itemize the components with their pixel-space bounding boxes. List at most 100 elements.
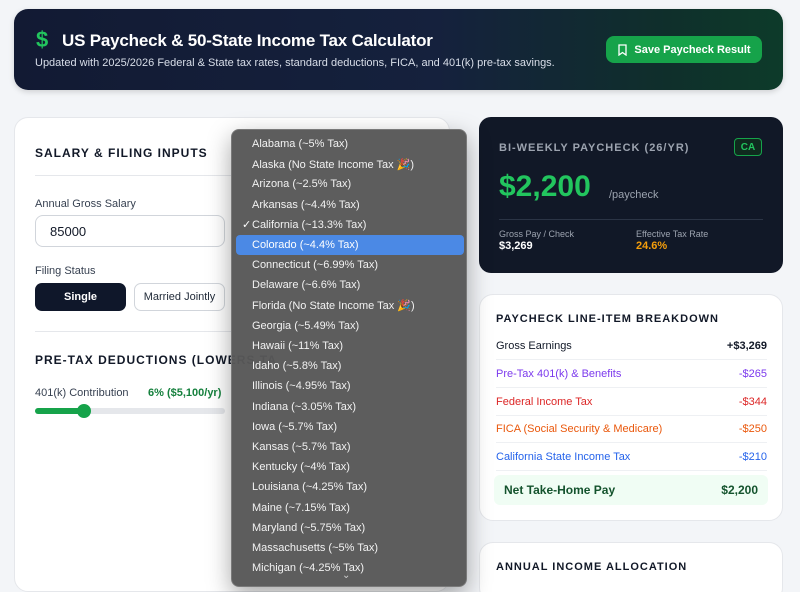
state-option-label: Illinois (~4.95% Tax) <box>252 380 351 393</box>
breakdown-row: California State Income Tax -$210 <box>496 447 767 467</box>
state-option-label: Colorado (~4.4% Tax) <box>252 239 359 251</box>
scroll-down-arrow-icon[interactable]: ⌄ <box>342 570 350 581</box>
filing-married-jointly-button[interactable]: Married Jointly <box>134 283 225 311</box>
state-option-label: Georgia (~5.49% Tax) <box>252 319 360 332</box>
state-option-label: Maine (~7.15% Tax) <box>252 501 350 514</box>
state-option[interactable]: ✓ California (~13.3% Tax) <box>236 215 464 235</box>
state-option[interactable]: Hawaii (~11% Tax) <box>236 336 464 356</box>
state-option[interactable]: Maine (~7.15% Tax) <box>236 498 464 518</box>
state-option-label: Louisiana (~4.25% Tax) <box>252 481 368 494</box>
state-option-label: Massachusetts (~5% Tax) <box>252 542 379 554</box>
net-take-home-value: $2,200 <box>721 483 758 497</box>
paycheck-per-label: /paycheck <box>609 189 659 201</box>
state-option[interactable]: Arkansas (~4.4% Tax) <box>236 195 464 215</box>
state-option-label: Kansas (~5.7% Tax) <box>252 441 351 453</box>
net-take-home-row: Net Take-Home Pay $2,200 <box>494 475 768 505</box>
breakdown-row: Federal Income Tax -$344 <box>496 392 767 412</box>
summary-divider <box>499 219 763 220</box>
state-option[interactable]: Alabama (~5% Tax) <box>236 134 464 154</box>
breakdown-card: PAYCHECK LINE-ITEM BREAKDOWN Gross Earni… <box>479 294 783 521</box>
row-divider <box>496 414 767 416</box>
gross-pay-label: Gross Pay / Check <box>499 229 575 239</box>
annual-salary-value: 85000 <box>50 223 87 239</box>
state-option[interactable]: Maryland (~5.75% Tax) <box>236 518 464 538</box>
row-divider <box>496 442 767 444</box>
state-option[interactable]: Arizona (~2.5% Tax) <box>236 174 464 194</box>
state-option-label: Delaware (~6.6% Tax) <box>252 279 361 292</box>
state-option[interactable]: Iowa (~5.7% Tax) <box>236 417 464 437</box>
state-option[interactable]: Delaware (~6.6% Tax) <box>236 275 464 295</box>
state-option[interactable]: Kentucky (~4% Tax) <box>236 457 464 477</box>
row-divider <box>496 470 767 472</box>
state-option[interactable]: Colorado (~4.4% Tax) <box>236 235 464 255</box>
state-option-label: Alaska (No State Income Tax 🎉) <box>252 158 415 171</box>
dollar-icon: $ <box>36 27 49 52</box>
breakdown-row-value: -$265 <box>738 367 767 380</box>
gross-pay-value: $3,269 <box>499 240 533 252</box>
state-option[interactable]: Indiana (~3.05% Tax) <box>236 397 464 417</box>
state-select-dropdown[interactable]: Alabama (~5% Tax) Alaska (No State Income… <box>231 129 467 587</box>
state-option-label: Iowa (~5.7% Tax) <box>252 420 338 433</box>
save-paycheck-label: Save Paycheck Result <box>634 43 751 56</box>
state-option[interactable]: Kansas (~5.7% Tax) <box>236 437 464 457</box>
breakdown-row-value: -$250 <box>738 423 767 436</box>
state-option-label: Florida (No State Income Tax 🎉) <box>252 300 415 313</box>
state-option[interactable]: Massachusetts (~5% Tax) <box>236 538 464 558</box>
page-title: US Paycheck & 50-State Income Tax Calcul… <box>62 31 433 50</box>
paycheck-summary-card: BI-WEEKLY PAYCHECK (26/YR) CA $2,200 /pa… <box>479 117 783 273</box>
breakdown-row-value: +$3,269 <box>726 340 767 352</box>
state-option[interactable]: Alaska (No State Income Tax 🎉) <box>236 154 464 174</box>
state-option-label: Arkansas (~4.4% Tax) <box>252 198 360 211</box>
checkmark-icon: ✓ <box>242 219 252 232</box>
state-option-label: Idaho (~5.8% Tax) <box>252 360 342 373</box>
breakdown-row: FICA (Social Security & Medicare) -$250 <box>496 419 767 439</box>
k401-slider-thumb[interactable] <box>77 404 92 418</box>
filing-single-button[interactable]: Single <box>35 283 126 311</box>
filing-status-label: Filing Status <box>35 265 96 277</box>
state-option[interactable]: Illinois (~4.95% Tax) <box>236 376 464 396</box>
row-divider <box>496 359 767 360</box>
k401-label: 401(k) Contribution <box>35 387 129 399</box>
state-option[interactable]: Connecticut (~6.99% Tax) <box>236 255 464 275</box>
breakdown-title: PAYCHECK LINE-ITEM BREAKDOWN <box>496 313 719 325</box>
k401-value: 6% ($5,100/yr) <box>148 387 222 399</box>
effective-rate-label: Effective Tax Rate <box>636 229 709 239</box>
state-option[interactable]: Georgia (~5.49% Tax) <box>236 316 464 336</box>
inputs-section-title: SALARY & FILING INPUTS <box>35 146 208 160</box>
k401-slider[interactable] <box>35 404 225 418</box>
page-subtitle: Updated with 2025/2026 Federal & State t… <box>35 57 555 69</box>
state-option[interactable]: Florida (No State Income Tax 🎉) <box>236 296 464 316</box>
income-allocation-card: ANNUAL INCOME ALLOCATION <box>479 542 783 592</box>
breakdown-row-label: FICA (Social Security & Medicare) <box>496 423 663 436</box>
state-option-label: Indiana (~3.05% Tax) <box>252 400 357 413</box>
paycheck-frequency-label: BI-WEEKLY PAYCHECK (26/YR) <box>499 142 690 154</box>
row-divider <box>496 386 767 388</box>
salary-label: Annual Gross Salary <box>35 198 136 210</box>
breakdown-row-value: -$344 <box>738 395 767 408</box>
breakdown-row-label: California State Income Tax <box>496 451 631 464</box>
state-option[interactable]: Louisiana (~4.25% Tax) <box>236 477 464 497</box>
breakdown-row-label: Federal Income Tax <box>496 395 593 408</box>
state-option-label: Kentucky (~4% Tax) <box>252 461 350 474</box>
state-option-label: Alabama (~5% Tax) <box>252 138 349 150</box>
breakdown-row: Gross Earnings +$3,269 <box>496 336 767 356</box>
breakdown-row: Pre-Tax 401(k) & Benefits -$265 <box>496 364 767 384</box>
state-option[interactable]: Idaho (~5.8% Tax) <box>236 356 464 376</box>
breakdown-row-value: -$210 <box>738 451 767 464</box>
bookmark-icon <box>618 43 628 56</box>
effective-rate-value: 24.6% <box>636 240 668 252</box>
state-option-label: Connecticut (~6.99% Tax) <box>252 259 379 272</box>
breakdown-row-label: Pre-Tax 401(k) & Benefits <box>496 367 622 380</box>
annual-salary-input[interactable]: 85000 <box>35 215 225 247</box>
state-option-label: Maryland (~5.75% Tax) <box>252 521 366 534</box>
paycheck-amount: $2,200 <box>499 170 591 203</box>
state-option-label: Hawaii (~11% Tax) <box>252 340 343 352</box>
save-paycheck-button[interactable]: Save Paycheck Result <box>606 36 762 63</box>
net-take-home-label: Net Take-Home Pay <box>504 483 616 497</box>
app-header: $ US Paycheck & 50-State Income Tax Calc… <box>14 9 783 90</box>
state-option-label: California (~13.3% Tax) <box>252 218 367 231</box>
state-option-label: Arizona (~2.5% Tax) <box>252 178 352 191</box>
breakdown-row-label: Gross Earnings <box>496 340 572 352</box>
state-badge: CA <box>734 138 762 156</box>
allocation-title: ANNUAL INCOME ALLOCATION <box>496 561 688 573</box>
